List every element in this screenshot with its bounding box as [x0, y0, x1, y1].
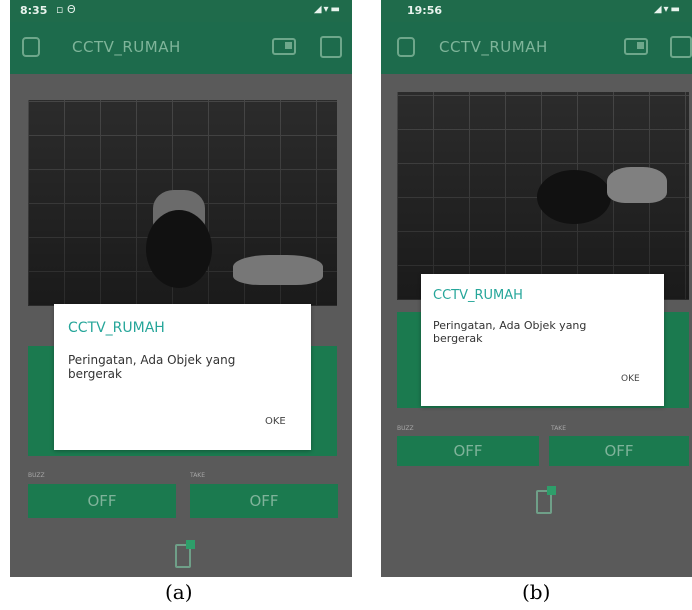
caption-a: (a) — [165, 580, 193, 604]
take-off-button[interactable]: OFF — [190, 484, 338, 518]
settings-square-icon[interactable] — [320, 36, 342, 58]
cctv-video-stream — [397, 92, 689, 300]
buzz-off-button[interactable]: OFF — [28, 484, 176, 518]
notification-icons: ▫ Θ — [56, 3, 76, 16]
dialog-ok-button[interactable]: OKE — [621, 374, 640, 384]
cctv-video-stream — [28, 100, 337, 306]
take-label: TAKE — [551, 425, 567, 432]
buzz-off-button[interactable]: OFF — [397, 436, 539, 466]
dialog-title: CCTV_RUMAH — [433, 288, 523, 303]
buzz-label: BUZZ — [397, 425, 414, 432]
screenshot-a: 8:35 ▫ Θ ◢▾▬ CCTV_RUMAH BUZZ TAKE OFF OF… — [10, 0, 352, 577]
dialog-message: Peringatan, Ada Objek yang bergerak — [68, 353, 236, 381]
signal-wifi-battery-icons: ◢▾▬ — [653, 4, 682, 15]
app-title: CCTV_RUMAH — [72, 38, 181, 56]
app-title: CCTV_RUMAH — [439, 38, 548, 56]
alert-dialog: CCTV_RUMAH Peringatan, Ada Objek yang be… — [54, 304, 311, 450]
device-icon[interactable] — [536, 486, 556, 514]
app-bar: CCTV_RUMAH — [381, 22, 692, 74]
screenshot-b: 19:56 ◢▾▬ CCTV_RUMAH BUZZ TAKE OFF OFF C… — [381, 0, 692, 577]
status-bar: 19:56 ◢▾▬ — [381, 0, 692, 22]
take-off-button[interactable]: OFF — [549, 436, 689, 466]
camera-icon[interactable] — [624, 38, 648, 55]
status-time: 19:56 — [407, 4, 443, 17]
status-bar: 8:35 ▫ Θ ◢▾▬ — [10, 0, 352, 22]
app-bar: CCTV_RUMAH — [10, 22, 352, 74]
dialog-title: CCTV_RUMAH — [68, 320, 165, 336]
person-body-shape — [537, 170, 611, 224]
person-arm-shape — [607, 167, 667, 203]
person-body-shape — [146, 210, 212, 288]
status-time: 8:35 — [20, 4, 48, 17]
buzz-label: BUZZ — [28, 472, 45, 479]
signal-wifi-battery-icons: ◢▾▬ — [313, 4, 342, 15]
dialog-ok-button[interactable]: OKE — [265, 416, 286, 427]
device-icon[interactable] — [175, 540, 195, 568]
settings-square-icon[interactable] — [670, 36, 692, 58]
camera-icon[interactable] — [272, 38, 296, 55]
back-icon[interactable] — [397, 37, 415, 57]
back-icon[interactable] — [22, 37, 40, 57]
dialog-message: Peringatan, Ada Objek yang bergerak — [433, 319, 587, 345]
alert-dialog: CCTV_RUMAH Peringatan, Ada Objek yang be… — [421, 274, 664, 406]
floor-object-shape — [233, 255, 323, 285]
take-label: TAKE — [190, 472, 206, 479]
caption-b: (b) — [522, 580, 551, 604]
